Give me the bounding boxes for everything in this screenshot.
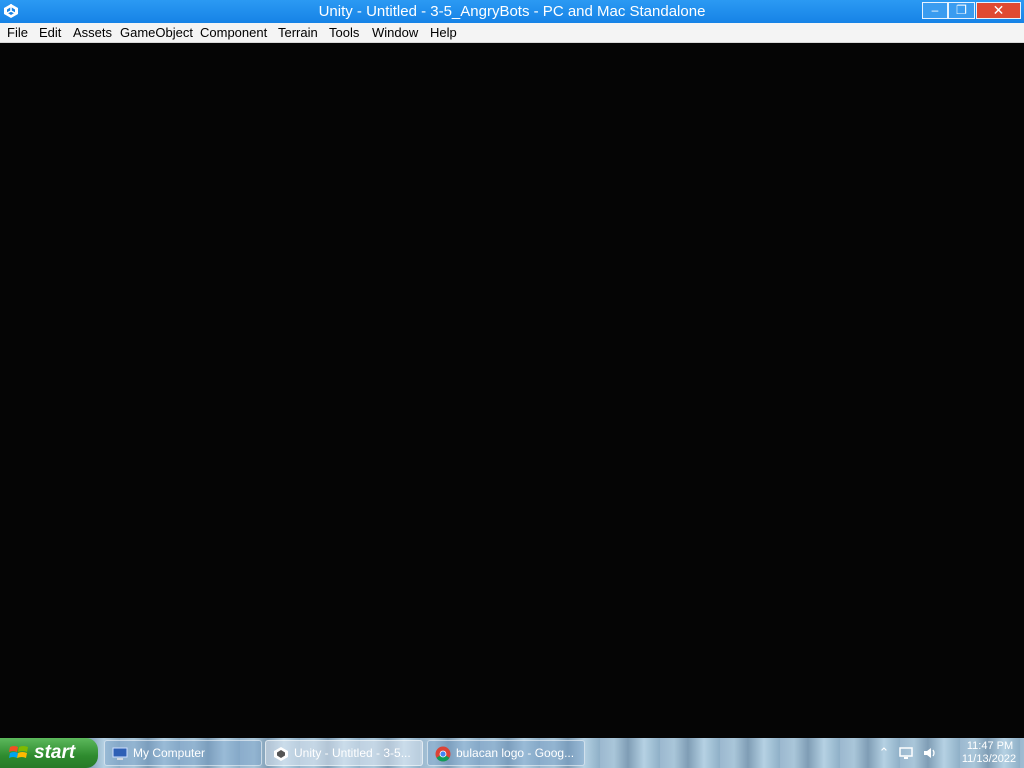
title-bar[interactable]: Unity - Untitled - 3-5_AngryBots - PC an… xyxy=(0,0,1024,23)
window-title: Unity - Untitled - 3-5_AngryBots - PC an… xyxy=(318,3,706,20)
my-computer-icon xyxy=(112,747,128,760)
network-icon[interactable] xyxy=(898,745,914,761)
volume-icon[interactable] xyxy=(922,745,938,761)
menu-edit[interactable]: Edit xyxy=(38,25,62,41)
editor-viewport[interactable] xyxy=(0,43,1024,738)
start-label: start xyxy=(34,742,76,763)
menu-window[interactable]: Window xyxy=(371,25,419,41)
minimize-button[interactable]: – xyxy=(922,2,948,19)
menu-help[interactable]: Help xyxy=(429,25,458,41)
system-tray: ⌃ 11:47 PM 11/13/2022 xyxy=(870,738,1024,768)
taskbar-item-unity[interactable]: Unity - Untitled - 3-5... xyxy=(265,740,423,766)
taskbar-item-label: My Computer xyxy=(133,746,206,760)
start-button[interactable]: start xyxy=(0,738,98,768)
taskbar-item-chrome[interactable]: bulacan logo - Goog... xyxy=(427,740,585,766)
taskbar-item-my-computer[interactable]: My Computer xyxy=(104,740,262,766)
taskbar-item-label: bulacan logo - Goog... xyxy=(456,746,575,760)
taskbar: start My Computer Unity - Untitled - 3-5… xyxy=(0,738,1024,768)
chevron-up-icon[interactable]: ⌃ xyxy=(876,745,892,761)
menu-file[interactable]: File xyxy=(6,25,29,41)
unity-window: Unity - Untitled - 3-5_AngryBots - PC an… xyxy=(0,0,1024,738)
menu-bar: File Edit Assets GameObject Component Te… xyxy=(0,23,1024,43)
clock-time[interactable]: 11:47 PM xyxy=(958,740,1022,753)
menu-terrain[interactable]: Terrain xyxy=(277,25,319,41)
menu-component[interactable]: Component xyxy=(199,25,268,41)
menu-gameobject[interactable]: GameObject xyxy=(119,25,194,41)
close-button[interactable]: ✕ xyxy=(976,2,1021,19)
menu-assets[interactable]: Assets xyxy=(72,25,113,41)
chrome-icon xyxy=(435,746,451,762)
taskbar-item-label: Unity - Untitled - 3-5... xyxy=(294,746,411,760)
clock-date[interactable]: 11/13/2022 xyxy=(954,753,1024,766)
windows-logo-icon xyxy=(9,746,28,758)
unity-icon xyxy=(274,747,288,761)
maximize-button[interactable]: ❐ xyxy=(948,2,975,19)
menu-tools[interactable]: Tools xyxy=(328,25,360,41)
